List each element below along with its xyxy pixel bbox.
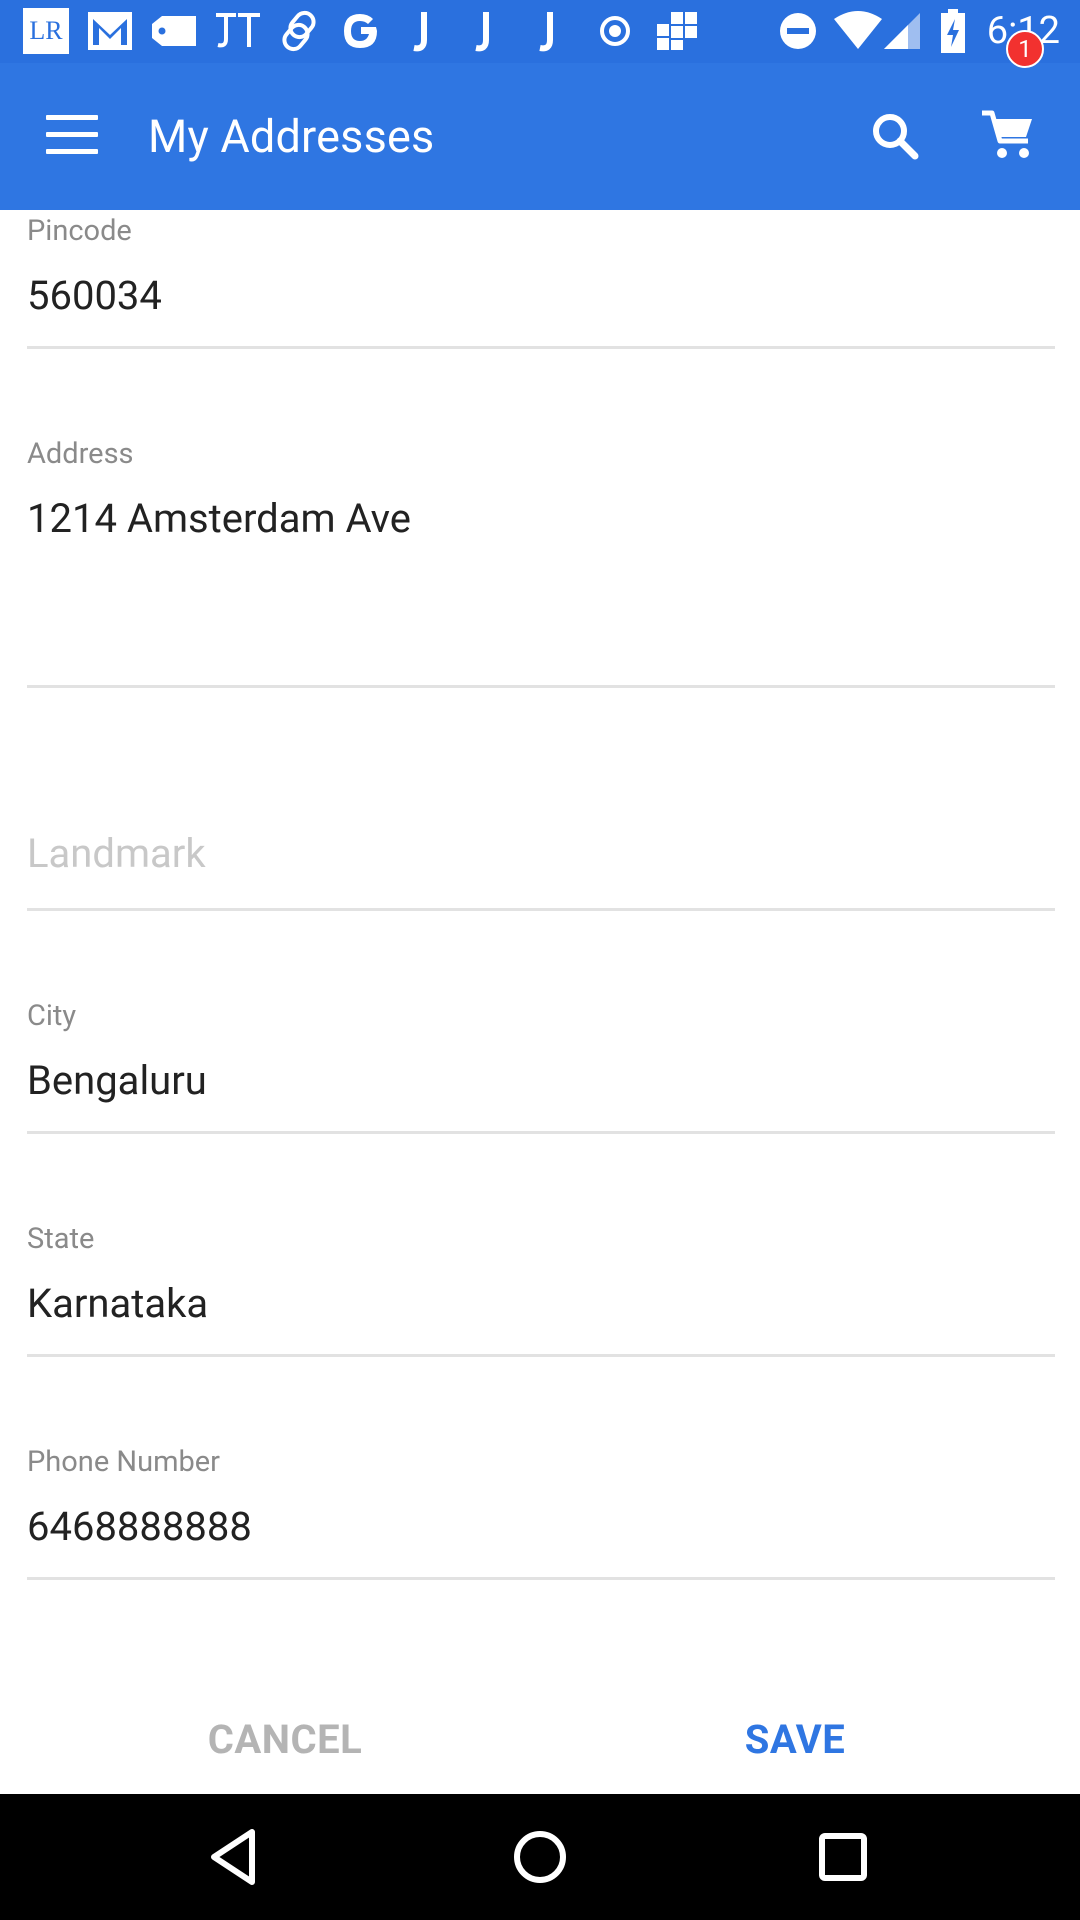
save-button[interactable]: SAVE (660, 1700, 930, 1780)
cart-icon[interactable] (980, 107, 1040, 163)
menu-icon[interactable] (46, 115, 98, 155)
lr-app-icon: LR (22, 8, 70, 54)
back-icon[interactable] (200, 1822, 270, 1892)
city-value[interactable]: Bengaluru (27, 1057, 207, 1104)
recents-icon[interactable] (808, 1822, 878, 1892)
search-icon[interactable] (870, 111, 920, 161)
jt-app-icon (212, 8, 262, 54)
cell-signal-icon (880, 8, 924, 54)
phone-number-label: Phone Number (27, 1445, 220, 1479)
pincode-value[interactable]: 560034 (27, 272, 162, 319)
state-underline (27, 1354, 1055, 1357)
city-label: City (27, 999, 77, 1033)
cart-count-badge: 1 (1006, 30, 1044, 68)
landmark-underline (27, 908, 1055, 911)
pincode-underline (27, 346, 1055, 349)
j-app-icon (468, 8, 498, 54)
city-field[interactable]: City Bengaluru (27, 995, 1055, 1135)
google-icon (338, 8, 384, 54)
grid-app-icon (654, 8, 700, 54)
j-app-icon (406, 8, 436, 54)
cancel-button[interactable]: CANCEL (150, 1700, 420, 1780)
do-not-disturb-icon (776, 8, 820, 54)
app-bar: My Addresses 1 (0, 30, 1080, 210)
pincode-label: Pincode (27, 214, 132, 248)
target-icon (594, 8, 636, 54)
landmark-input[interactable]: Landmark (27, 830, 206, 877)
phone-number-underline (27, 1577, 1055, 1580)
tag-icon (150, 8, 198, 54)
landmark-field[interactable]: Landmark (27, 820, 1055, 912)
address-label: Address (27, 437, 134, 471)
address-value[interactable]: 1214 Amsterdam Ave (27, 495, 411, 542)
state-value[interactable]: Karnataka (27, 1280, 208, 1327)
link-app-icon (276, 8, 322, 54)
city-underline (27, 1131, 1055, 1134)
j-app-icon (532, 8, 562, 54)
address-field[interactable]: Address 1214 Amsterdam Ave (27, 433, 1055, 688)
phone-number-field[interactable]: Phone Number 6468888888 (27, 1441, 1055, 1581)
status-bar: LR 6:12 (0, 0, 1080, 63)
navigation-bar (0, 1794, 1080, 1920)
state-field[interactable]: State Karnataka (27, 1218, 1055, 1358)
gmail-icon (86, 8, 134, 54)
address-underline (27, 685, 1055, 688)
state-label: State (27, 1222, 95, 1256)
phone-number-value[interactable]: 6468888888 (27, 1503, 252, 1550)
battery-charging-icon (938, 8, 968, 54)
wifi-icon (832, 8, 884, 54)
pincode-field[interactable]: Pincode 560034 (27, 210, 1055, 350)
page-title: My Addresses (148, 110, 435, 163)
home-icon[interactable] (505, 1822, 575, 1892)
